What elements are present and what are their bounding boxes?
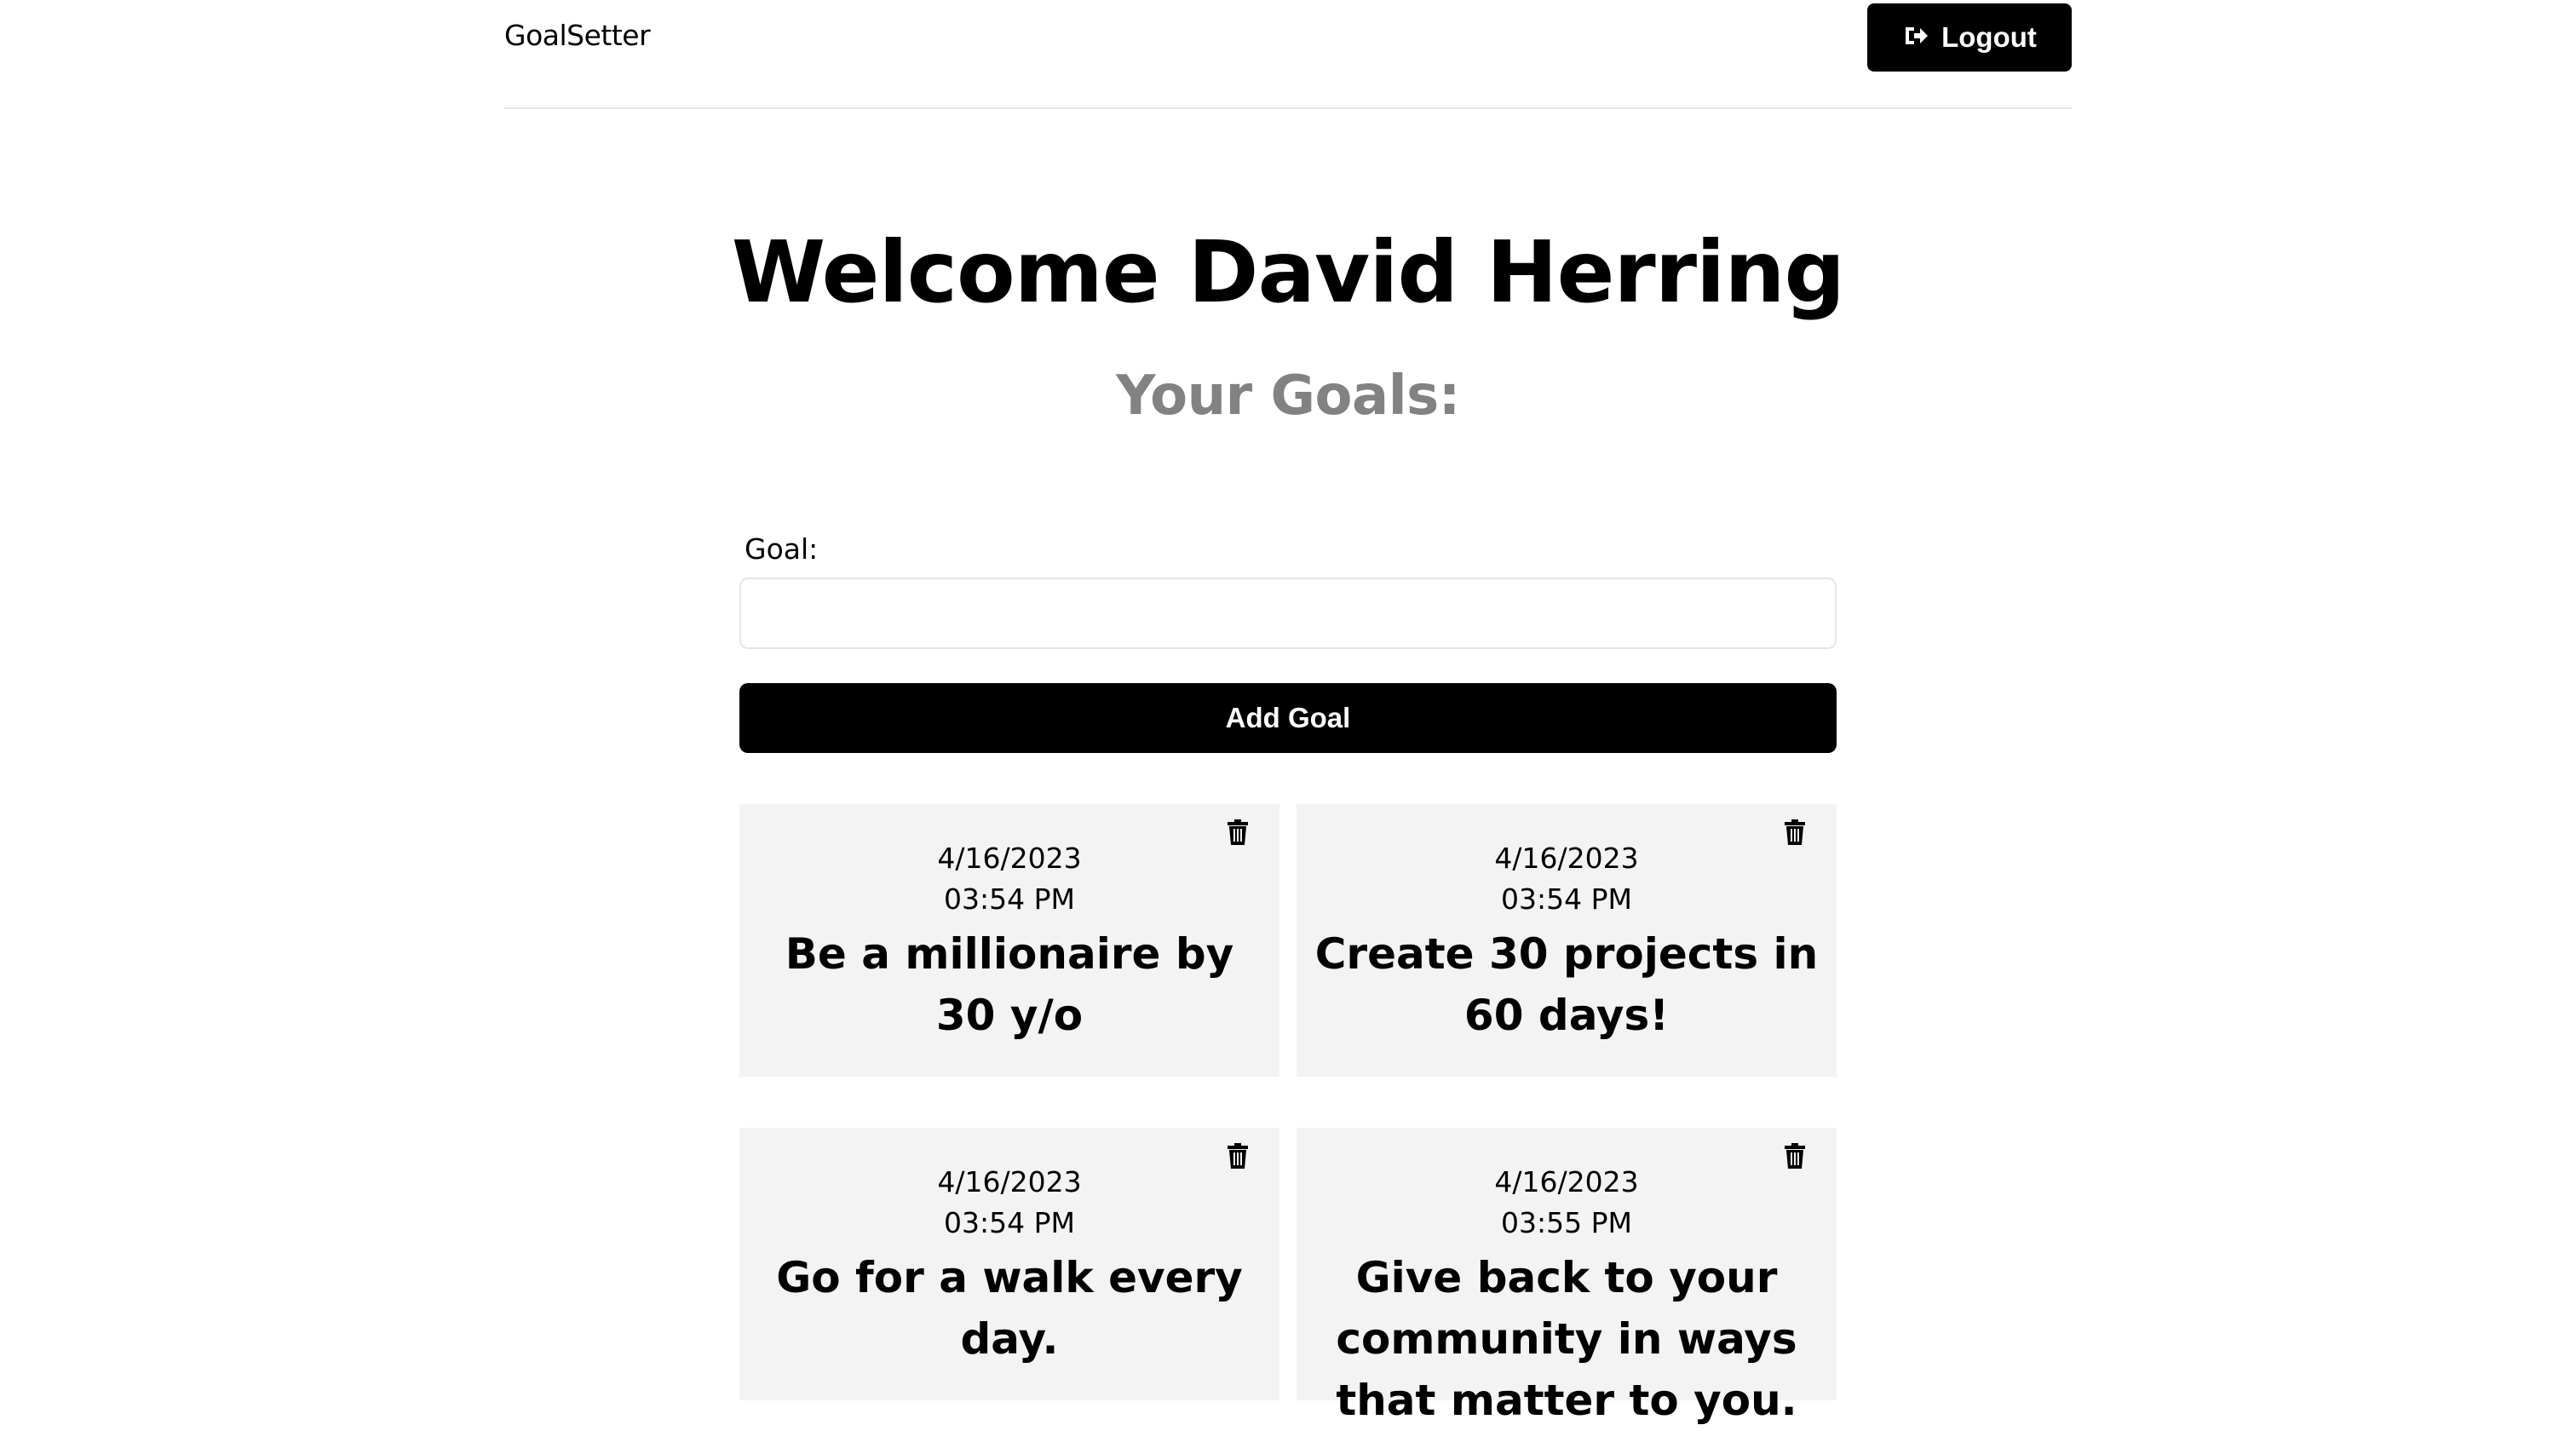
app-header: GoalSetter Logout bbox=[504, 0, 2072, 109]
goal-card: 4/16/2023 03:54 PM Be a millionaire by 3… bbox=[739, 804, 1279, 1077]
goal-form: Goal: Add Goal bbox=[739, 528, 1837, 753]
goal-date: 4/16/2023 bbox=[937, 842, 1082, 875]
trash-icon[interactable] bbox=[1782, 1143, 1808, 1172]
goals-subtitle: Your Goals: bbox=[1116, 365, 1460, 428]
goal-text: Give back to your community in ways that… bbox=[1336, 1253, 1797, 1425]
goal-date: 4/16/2023 bbox=[1494, 1165, 1639, 1198]
goal-date: 4/16/2023 bbox=[1494, 842, 1639, 875]
goal-text: Be a millionaire by 30 y/o bbox=[785, 929, 1234, 1040]
goal-time: 03:55 PM bbox=[1501, 1206, 1632, 1239]
goal-date: 4/16/2023 bbox=[937, 1165, 1082, 1198]
logout-button[interactable]: Logout bbox=[1867, 3, 2072, 72]
add-goal-button[interactable]: Add Goal bbox=[739, 683, 1837, 753]
app-logo[interactable]: GoalSetter bbox=[504, 19, 651, 52]
goal-field-label: Goal: bbox=[745, 532, 819, 566]
trash-icon[interactable] bbox=[1225, 819, 1251, 848]
goal-card: 4/16/2023 03:55 PM Give back to your com… bbox=[1297, 1128, 1837, 1425]
trash-icon[interactable] bbox=[1225, 1143, 1251, 1172]
goal-time: 03:54 PM bbox=[944, 882, 1075, 916]
goal-input[interactable] bbox=[739, 578, 1837, 649]
goal-time: 03:54 PM bbox=[944, 1206, 1075, 1239]
logout-label: Logout bbox=[1941, 21, 2037, 53]
goals-grid: 4/16/2023 03:54 PM Be a millionaire by 3… bbox=[739, 804, 1837, 1425]
trash-icon[interactable] bbox=[1782, 819, 1808, 848]
goal-card: 4/16/2023 03:54 PM Create 30 projects in… bbox=[1297, 804, 1837, 1077]
goal-card: 4/16/2023 03:54 PM Go for a walk every d… bbox=[739, 1128, 1279, 1400]
goal-text: Create 30 projects in 60 days! bbox=[1314, 929, 1819, 1040]
goal-text: Go for a walk every day. bbox=[776, 1253, 1243, 1364]
welcome-heading: Welcome David Herring bbox=[731, 222, 1845, 322]
sign-out-icon bbox=[1902, 22, 1929, 53]
goal-time: 03:54 PM bbox=[1501, 882, 1632, 916]
